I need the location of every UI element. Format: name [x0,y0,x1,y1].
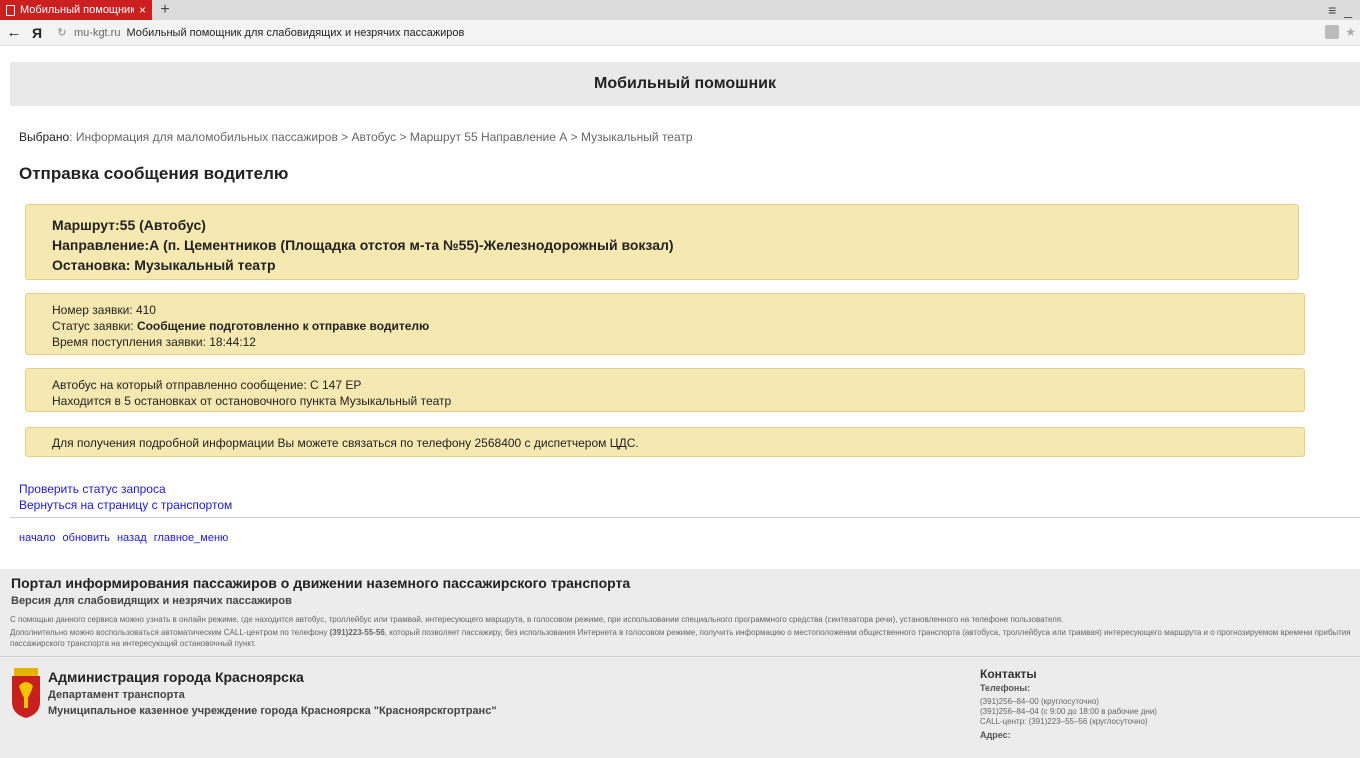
nav-refresh-link[interactable]: обновить [63,532,110,544]
extension-icon[interactable] [1325,25,1340,39]
url-page-title[interactable]: Мобильный помощник для слабовидящих и не… [126,27,464,39]
portal-description-1: С помощью данного сервиса можно узнать в… [10,615,1064,624]
nav-start-link[interactable]: начало [19,532,55,544]
bus-number: Автобус на который отправленно сообщение… [52,378,362,392]
breadcrumb-path: : Информация для маломобильных пассажиро… [69,130,693,144]
request-status-label: Статус заявки: [52,319,137,333]
address-bar[interactable]: ← Я ↻ mu-kgt.ru Мобильный помощник для с… [0,20,1360,46]
address-label: Адрес: [980,730,1011,740]
document-icon [6,4,15,16]
contact-info-text: Для получения подробной информации Вы мо… [52,436,639,450]
route-info-card: Маршрут:55 (Автобус) Направление:А (п. Ц… [25,204,1299,280]
contacts-title: Контакты [980,667,1037,681]
breadcrumb: Выбрано: Информация для маломобильных па… [19,130,693,144]
check-status-link[interactable]: Проверить статус запроса [19,481,232,497]
url-domain[interactable]: mu-kgt.ru [74,27,120,39]
request-number: Номер заявки: 410 [52,303,156,317]
new-tab-button[interactable]: + [152,0,178,20]
divider [10,517,1360,518]
request-status-value: Сообщение подготовленно к отправке водит… [136,319,430,333]
admin-department: Департамент транспорта [48,689,185,701]
request-info-card: Номер заявки: 410 Статус заявки: Сообщен… [25,293,1305,355]
page-title: Отправка сообщения водителю [19,164,289,183]
portal-title: Портал информирования пассажиров о движе… [11,575,631,591]
request-time: Время поступления заявки: 18:44:12 [52,335,256,349]
nav-back-link[interactable]: назад [117,532,147,544]
direction-text: Направление:А (п. Цементников (Площадка … [52,237,674,253]
browser-tabbar: Мобильный помощник × + ≡ _ [0,0,1360,20]
footer-divider [0,656,1360,657]
phone-line-3: CALL-центр: (391)223–55–56 (круглосуточн… [980,717,1148,726]
phone-line-1: (391)256–84–00 (круглосуточно) [980,697,1099,706]
back-arrow-icon[interactable]: ← [0,24,28,41]
bus-info-card: Автобус на который отправленно сообщение… [25,368,1305,412]
nav-main-menu-link[interactable]: главное_меню [154,532,229,544]
portal-description-2: Дополнительно можно воспользоваться авто… [10,627,1355,649]
call-center-phone: (391)223-55-56 [329,628,385,637]
back-to-transport-link[interactable]: Вернуться на страницу с транспортом [19,497,232,513]
tab-title: Мобильный помощник [20,4,134,16]
coat-of-arms-icon [12,668,40,718]
browser-tab[interactable]: Мобильный помощник × [0,0,152,20]
admin-block: Администрация города Красноярска Департа… [48,669,497,717]
yandex-logo-icon[interactable]: Я [28,25,46,41]
browser-menu-button[interactable]: ≡ _ [1328,2,1354,18]
footer: Портал информирования пассажиров о движе… [0,569,1360,758]
bus-distance: Находится в 5 остановках от остановочног… [52,394,452,408]
phones-label: Телефоны: [980,683,1031,693]
reload-icon[interactable]: ↻ [54,26,70,39]
route-text: Маршрут:55 (Автобус) [52,217,206,233]
contact-info-card: Для получения подробной информации Вы мо… [25,427,1305,457]
portal-description-2a: Дополнительно можно воспользоваться авто… [10,628,330,637]
breadcrumb-label: Выбрано [19,130,70,144]
portal-subtitle: Версия для слабовидящих и незрячих пасса… [11,595,292,607]
admin-title: Администрация города Красноярска [48,669,304,685]
bottom-nav: начало обновить назад главное_меню [19,532,232,544]
page-header: Мобильный помошник [10,62,1360,106]
contacts-block: Контакты Телефоны: (391)256–84–00 (кругл… [980,667,1157,740]
action-links: Проверить статус запроса Вернуться на ст… [19,481,232,513]
bookmark-star-icon[interactable]: ★ [1345,25,1356,39]
admin-organization: Муниципальное казенное учреждение города… [48,705,497,717]
request-status: Статус заявки: Сообщение подготовленно к… [52,318,1278,334]
tab-close-icon[interactable]: × [139,3,152,17]
phone-line-2: (391)256–84–04 (с 9:00 до 18:00 в рабочи… [980,707,1157,716]
stop-text: Остановка: Музыкальный театр [52,257,276,273]
